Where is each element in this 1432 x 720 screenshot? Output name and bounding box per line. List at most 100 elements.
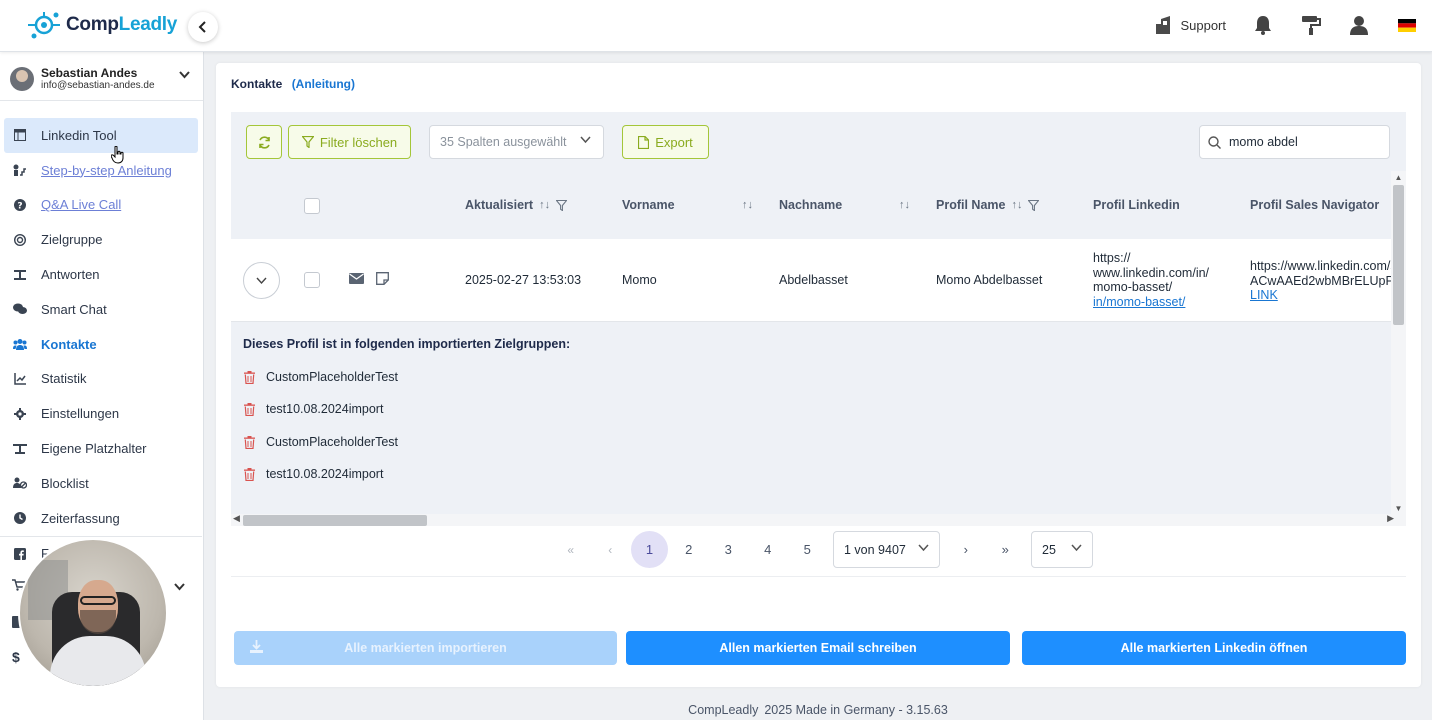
email-selected-label: Allen markierten Email schreiben <box>719 641 917 655</box>
scroll-down-icon[interactable]: ▼ <box>1391 504 1406 513</box>
refresh-button[interactable] <box>246 125 282 159</box>
prev-page-button[interactable]: ‹ <box>591 531 631 568</box>
facebook-icon <box>13 547 27 561</box>
page-size-select[interactable]: 25 <box>1031 531 1093 568</box>
scrollbar-thumb[interactable] <box>243 515 427 526</box>
linkedin-profile-link[interactable]: in/momo-basset/ <box>1093 295 1209 310</box>
svg-text:?: ? <box>17 201 22 211</box>
column-header-profil-sales-navigator[interactable]: Profil Sales Navigator <box>1250 198 1379 212</box>
page-select[interactable]: 1 von 9407 <box>833 531 940 568</box>
import-selected-button[interactable]: Alle markierten importieren <box>234 631 617 665</box>
next-page-button[interactable]: › <box>946 531 986 568</box>
table-icon <box>13 128 27 142</box>
sidebar-item-step-by-step[interactable]: Step-by-step Anleitung <box>4 153 198 188</box>
note-icon[interactable] <box>376 272 389 288</box>
sort-icon[interactable]: ↑↓ <box>1011 199 1022 211</box>
sidebar-item-antworten[interactable]: Antworten <box>4 257 198 292</box>
user-icon[interactable] <box>1348 14 1370 36</box>
chevron-down-icon <box>1071 543 1082 555</box>
filter-icon[interactable] <box>556 199 568 211</box>
scroll-up-icon[interactable]: ▲ <box>1391 173 1406 182</box>
table-row[interactable]: 2025-02-27 13:53:03 Momo Abdelbasset Mom… <box>231 239 1391 322</box>
column-header-aktualisiert[interactable]: Aktualisiert ↑↓ <box>465 198 568 212</box>
search-field[interactable] <box>1199 125 1390 159</box>
avatar <box>10 67 34 91</box>
group-name: CustomPlaceholderTest <box>266 435 399 449</box>
sidebar-nav: Linkedin Tool Step-by-step Anleitung ? Q… <box>0 118 202 571</box>
horizontal-scrollbar[interactable]: ◀ ▶ <box>231 513 1406 526</box>
sidebar-item-eigene-platzhalter[interactable]: Eigene Platzhalter <box>4 431 198 466</box>
sidebar-item-blocklist[interactable]: Blocklist <box>4 466 198 501</box>
page-button[interactable]: 3 <box>709 531 749 568</box>
sidebar-item-statistik[interactable]: Statistik <box>4 362 198 397</box>
chevron-down-icon <box>918 543 929 555</box>
row-checkbox[interactable] <box>304 272 320 288</box>
user-menu[interactable]: Sebastian Andes info@sebastian-andes.de <box>10 62 196 96</box>
search-input[interactable] <box>1229 135 1379 149</box>
select-all-checkbox[interactable] <box>304 198 320 214</box>
sidebar-item-qa-live-call[interactable]: ? Q&A Live Call <box>4 188 198 223</box>
support-button[interactable]: Support <box>1152 14 1226 36</box>
sidebar-item-zielgruppe[interactable]: Zielgruppe <box>4 222 198 257</box>
scrollbar-thumb[interactable] <box>1393 185 1404 325</box>
sidebar-item-linkedin-tool[interactable]: Linkedin Tool <box>4 118 198 153</box>
divider <box>231 576 1406 577</box>
columns-select-value: 35 Spalten ausgewählt <box>440 135 567 149</box>
sort-icon[interactable]: ↑↓ <box>742 199 753 211</box>
filter-icon[interactable] <box>1028 199 1040 211</box>
page-button[interactable]: 2 <box>669 531 709 568</box>
trash-icon[interactable] <box>243 435 255 449</box>
page-button[interactable]: 4 <box>748 531 788 568</box>
sales-navigator-link[interactable]: LINK <box>1250 288 1391 303</box>
list-item: CustomPlaceholderTest <box>243 370 398 384</box>
footer: CompLeadly 2025 Made in Germany - 3.15.63 <box>204 703 1432 717</box>
expand-row-button[interactable] <box>243 262 280 299</box>
block-icon <box>13 476 27 490</box>
sidebar-item-kontakte[interactable]: Kontakte <box>4 327 198 362</box>
paint-roller-icon[interactable] <box>1300 14 1322 36</box>
sidebar-item-smart-chat[interactable]: Smart Chat <box>4 292 198 327</box>
guide-link[interactable]: (Anleitung) <box>292 77 355 91</box>
dollar-icon[interactable]: $ <box>12 649 20 665</box>
sidebar-item-einstellungen[interactable]: Einstellungen <box>4 396 198 431</box>
page-button[interactable]: 5 <box>788 531 828 568</box>
column-header-profil-name[interactable]: Profil Name ↑↓ <box>936 198 1040 212</box>
column-header-nachname[interactable]: Nachname <box>779 198 842 212</box>
chevron-down-icon[interactable] <box>174 580 185 594</box>
sort-icon[interactable]: ↑↓ <box>899 199 910 211</box>
email-selected-button[interactable]: Allen markierten Email schreiben <box>626 631 1010 665</box>
group-name: test10.08.2024import <box>266 467 384 481</box>
sidebar-collapse-button[interactable] <box>188 12 218 42</box>
vertical-scrollbar[interactable]: ▲ ▼ <box>1391 171 1406 514</box>
sidebar-item-label: Statistik <box>41 371 87 387</box>
sidebar-item-zeiterfassung[interactable]: Zeiterfassung <box>4 501 198 536</box>
trash-icon[interactable] <box>243 370 255 384</box>
filter-clear-label: Filter löschen <box>319 134 398 150</box>
filter-clear-button[interactable]: Filter löschen <box>288 125 411 159</box>
trash-icon[interactable] <box>243 402 255 416</box>
column-header-vorname[interactable]: Vorname <box>622 198 675 212</box>
placeholder-icon <box>13 442 27 456</box>
footer-brand: CompLeadly <box>688 703 759 717</box>
open-linkedin-selected-button[interactable]: Alle markierten Linkedin öffnen <box>1022 631 1406 665</box>
first-page-button[interactable]: « <box>551 531 591 568</box>
trash-icon[interactable] <box>243 467 255 481</box>
export-button[interactable]: Export <box>622 125 709 159</box>
column-header-profil-linkedin[interactable]: Profil Linkedin <box>1093 198 1180 212</box>
chevron-down-icon <box>580 135 591 147</box>
table-header: Aktualisiert ↑↓ Vorname ↑↓ Nachname ↑↓ P… <box>231 171 1391 239</box>
page-select-value: 1 von 9407 <box>844 542 906 557</box>
last-page-button[interactable]: » <box>986 531 1026 568</box>
mail-icon[interactable] <box>349 273 364 287</box>
row-details: Dieses Profil ist in folgenden importier… <box>231 322 1391 514</box>
sort-icon[interactable]: ↑↓ <box>539 199 550 211</box>
columns-select[interactable]: 35 Spalten ausgewählt <box>429 125 604 159</box>
clock-icon <box>13 511 27 525</box>
scroll-right-icon[interactable]: ▶ <box>1387 513 1394 524</box>
scroll-left-icon[interactable]: ◀ <box>233 513 240 524</box>
page-button[interactable]: 1 <box>631 531 668 568</box>
bell-icon[interactable] <box>1252 14 1274 36</box>
sidebar-item-label: Blocklist <box>41 475 89 491</box>
german-flag-icon[interactable] <box>1396 14 1418 36</box>
logo[interactable]: CompLeadly <box>26 10 177 40</box>
